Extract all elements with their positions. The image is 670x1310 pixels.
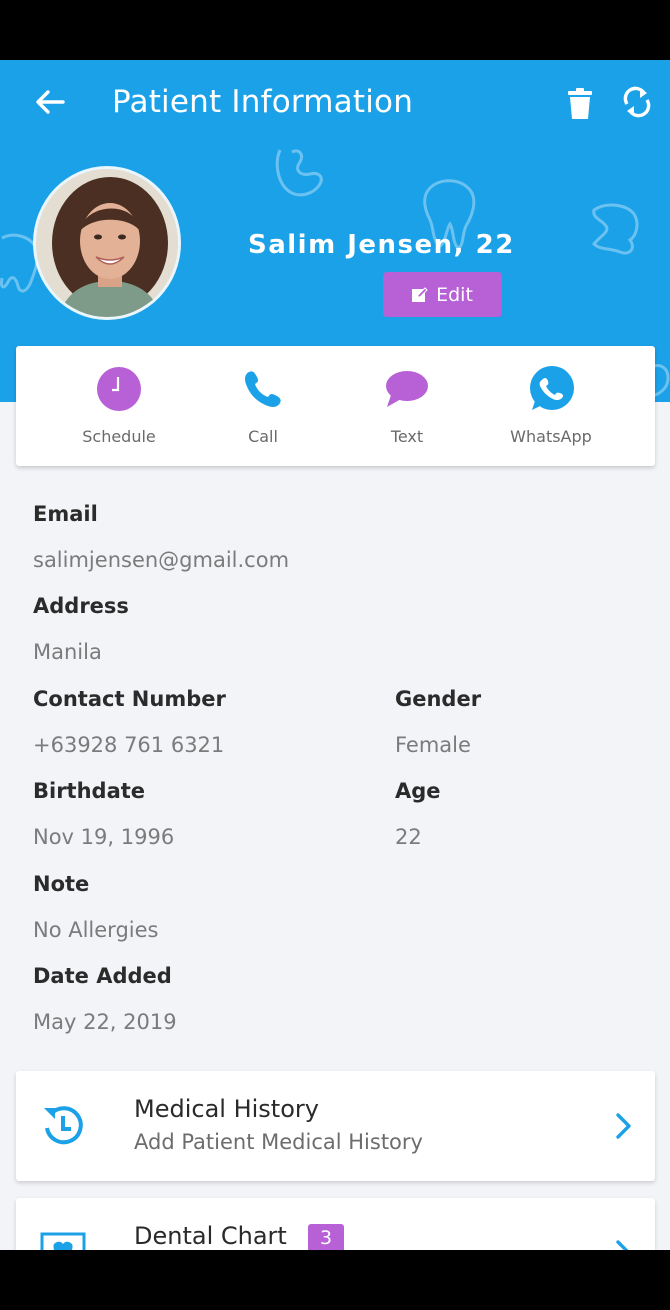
gender-value: Female [395, 733, 471, 757]
email-label: Email [33, 502, 98, 526]
age-value: 22 [395, 825, 422, 849]
email-value: salimjensen@gmail.com [33, 548, 290, 572]
dental-chart-count-badge: 3 [308, 1224, 344, 1250]
contact-number-label: Contact Number [33, 687, 226, 711]
date-added-value: May 22, 2019 [33, 1010, 177, 1034]
text-label: Text [390, 427, 424, 446]
tooth-decoration-icon [592, 203, 639, 255]
patient-name: Salim Jensen, 22 [248, 230, 515, 260]
gender-label: Gender [395, 687, 482, 711]
back-button[interactable] [30, 82, 70, 122]
schedule-action[interactable]: Schedule [49, 346, 189, 466]
sync-icon [623, 86, 651, 118]
chevron-right-icon [616, 1113, 631, 1139]
patient-info-screen: Patient Information Salim Jensen, 22 Edi… [0, 60, 670, 1250]
phone-icon [245, 371, 281, 407]
medical-history-card[interactable]: Medical History Add Patient Medical Hist… [16, 1071, 655, 1181]
date-added-label: Date Added [33, 964, 172, 988]
call-label: Call [248, 427, 278, 446]
quick-actions-card: Schedule Call Text WhatsApp [16, 346, 655, 466]
medical-history-title: Medical History [134, 1095, 319, 1123]
sync-button[interactable] [618, 82, 656, 122]
page-title: Patient Information [112, 84, 414, 120]
status-bar [0, 0, 670, 60]
edit-button[interactable]: Edit [383, 272, 502, 317]
clock-icon [97, 367, 141, 411]
edit-icon [412, 286, 428, 302]
note-label: Note [33, 872, 90, 896]
whatsapp-label: WhatsApp [510, 427, 592, 446]
edit-button-label: Edit [436, 283, 473, 306]
history-icon [44, 1106, 83, 1145]
whatsapp-icon [530, 366, 574, 410]
call-action[interactable]: Call [193, 346, 333, 466]
note-value: No Allergies [33, 918, 159, 942]
whatsapp-action[interactable]: WhatsApp [481, 346, 621, 466]
patient-photo [36, 169, 178, 317]
chat-bubble-icon [386, 371, 428, 407]
tooth-chart-icon [40, 1232, 86, 1250]
app-bar: Patient Information [0, 60, 670, 150]
contact-number-value: +63928 761 6321 [33, 733, 225, 757]
dental-chart-card[interactable]: Dental Chart 3 [16, 1198, 655, 1250]
text-action[interactable]: Text [337, 346, 477, 466]
chevron-right-icon [616, 1240, 629, 1250]
birthdate-label: Birthdate [33, 779, 146, 803]
age-label: Age [395, 779, 441, 803]
birthdate-value: Nov 19, 1996 [33, 825, 175, 849]
dental-chart-title: Dental Chart [134, 1222, 287, 1250]
system-nav-bar [0, 1250, 670, 1310]
avatar [33, 166, 181, 320]
tooth-decoration-icon [275, 149, 323, 197]
medical-history-subtitle: Add Patient Medical History [134, 1130, 423, 1154]
trash-icon [568, 88, 592, 119]
address-value: Manila [33, 640, 102, 664]
schedule-label: Schedule [82, 427, 156, 446]
arrow-left-icon [36, 90, 65, 114]
address-label: Address [33, 594, 129, 618]
delete-button[interactable] [562, 84, 598, 124]
